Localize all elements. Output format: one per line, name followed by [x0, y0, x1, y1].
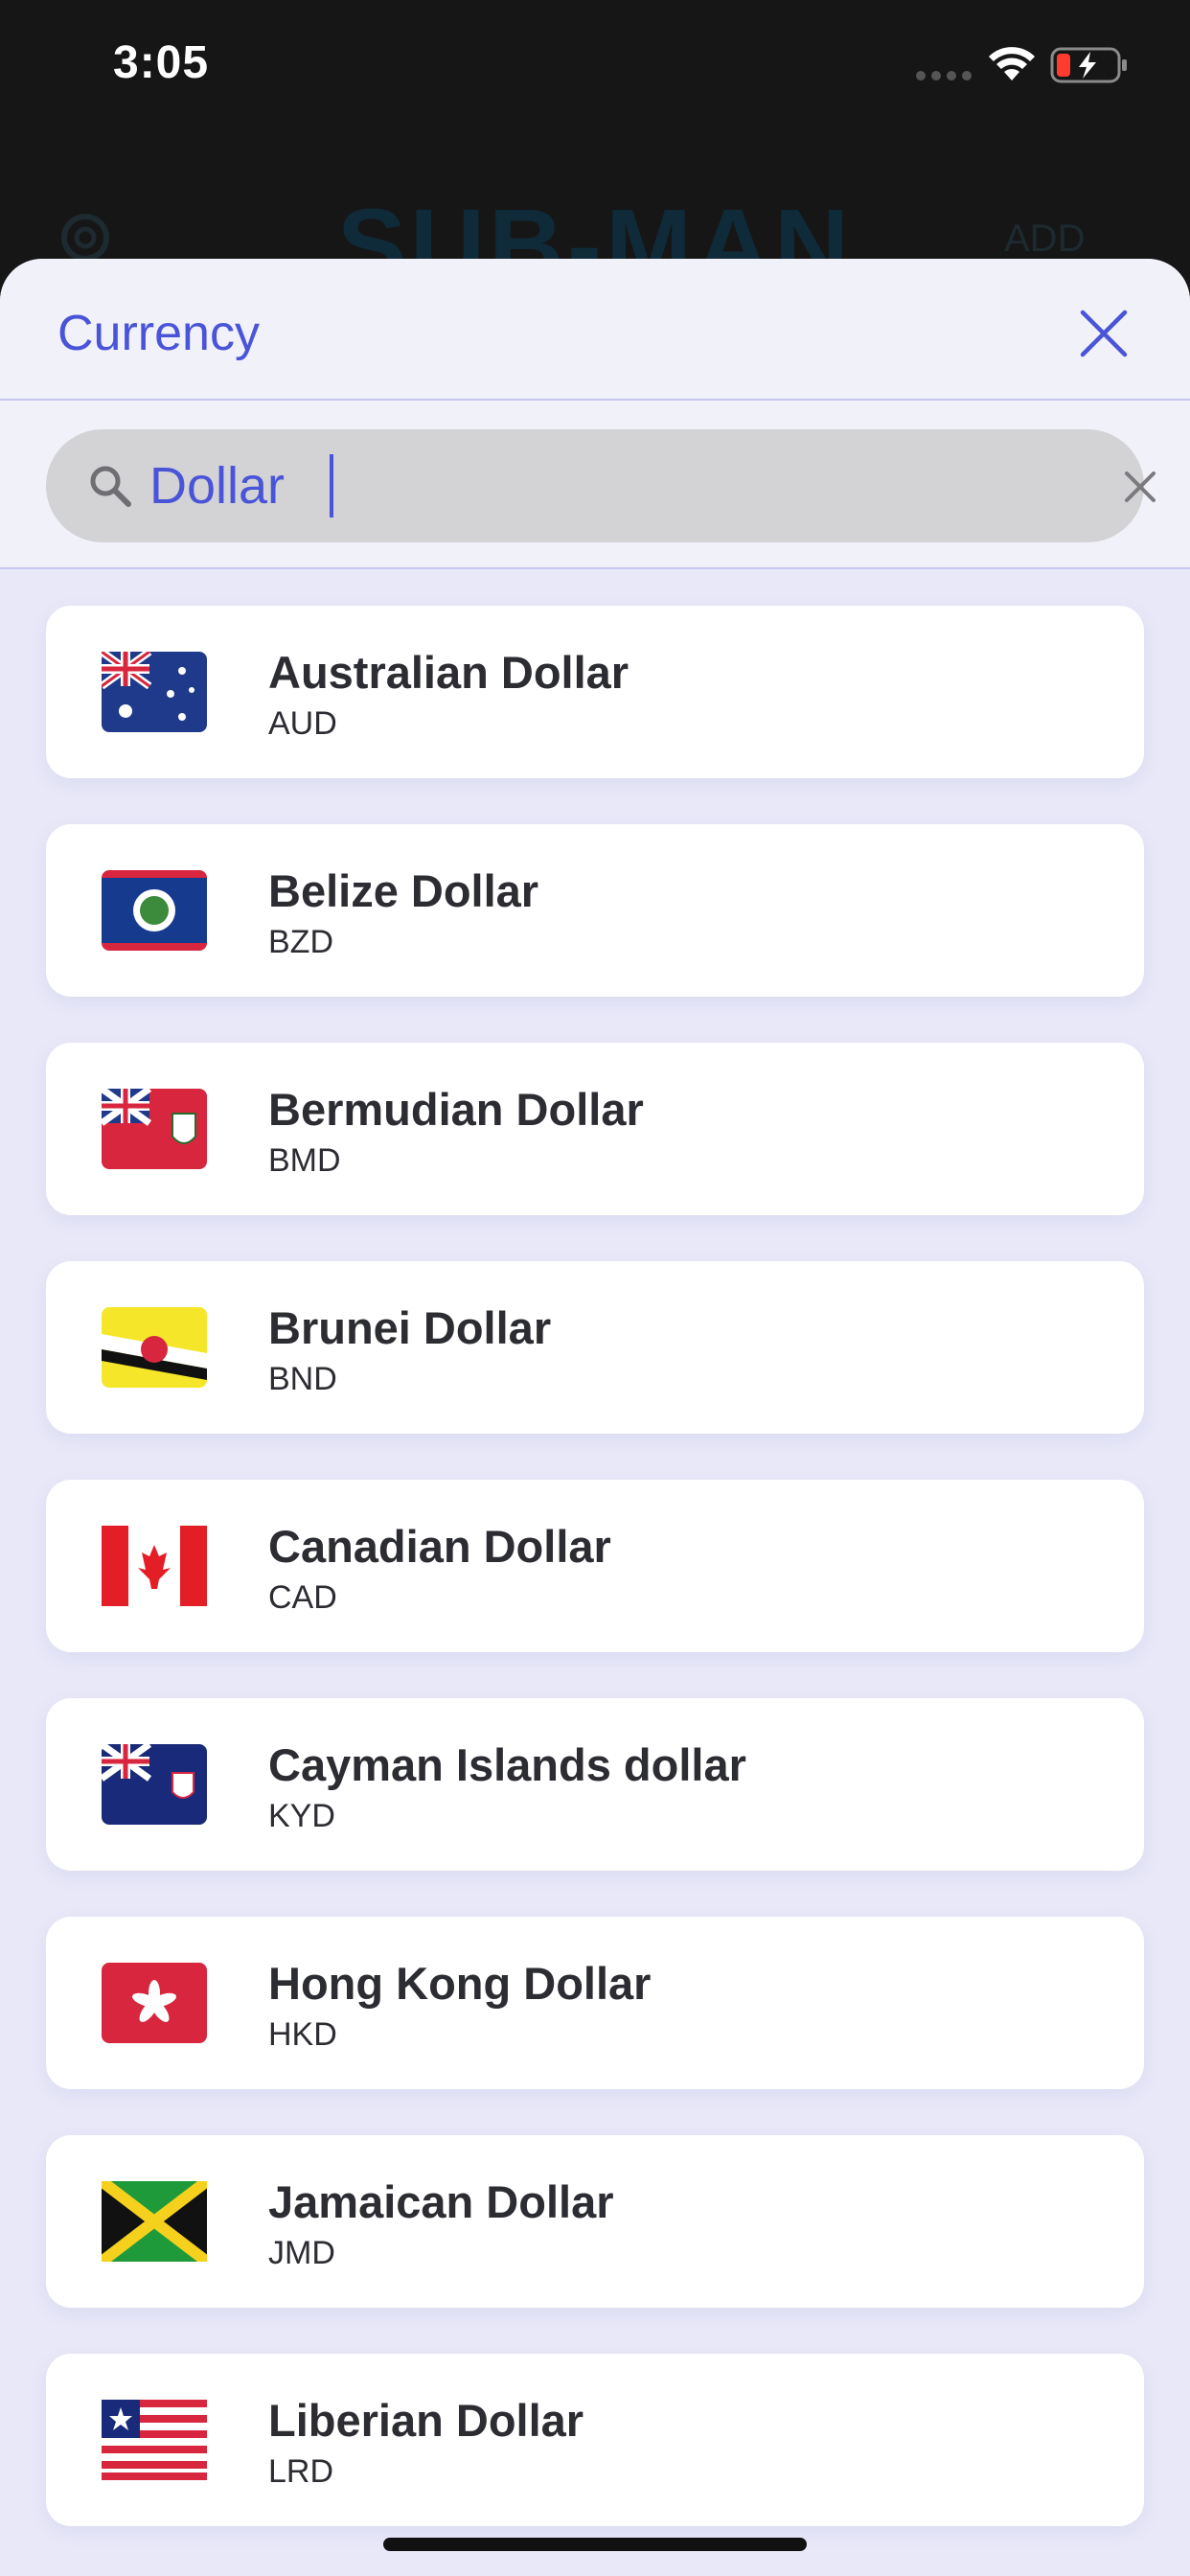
- currency-list-item[interactable]: Australian Dollar AUD: [46, 606, 1144, 778]
- currency-code: AUD: [268, 705, 337, 742]
- currency-code: HKD: [268, 2016, 337, 2053]
- battery-charging-icon: [1050, 47, 1127, 83]
- flag-cayman-islands-icon: [102, 1744, 207, 1825]
- flag-bermuda-icon: [102, 1089, 207, 1169]
- close-icon: [1080, 310, 1128, 357]
- search-bar[interactable]: [46, 429, 1156, 542]
- flag-jamaica-icon: [102, 2181, 207, 2262]
- flag-hong-kong-icon: [102, 1963, 207, 2043]
- sheet-header: Currency: [0, 259, 1190, 401]
- search-input[interactable]: [149, 445, 1012, 527]
- background-header: SUB-MAN ADD: [0, 129, 1190, 303]
- currency-code: LRD: [268, 2453, 334, 2490]
- currency-name: Bermudian Dollar: [268, 1084, 644, 1135]
- add-button[interactable]: ADD: [1004, 218, 1085, 261]
- close-button[interactable]: [1069, 299, 1138, 368]
- currency-name: Belize Dollar: [268, 865, 539, 916]
- search-area: [0, 401, 1190, 569]
- sheet-title: Currency: [57, 306, 260, 361]
- home-indicator: [383, 2538, 807, 2551]
- wifi-icon: [989, 47, 1035, 80]
- currency-list-item[interactable]: Hong Kong Dollar HKD: [46, 1917, 1144, 2089]
- currency-name: Jamaican Dollar: [268, 2176, 614, 2227]
- currency-list-item[interactable]: Liberian Dollar LRD: [46, 2354, 1144, 2526]
- signal-icon: [916, 71, 972, 80]
- currency-code: BZD: [268, 924, 333, 960]
- currency-list-item[interactable]: Bermudian Dollar BMD: [46, 1043, 1144, 1215]
- currency-code: BMD: [268, 1142, 341, 1179]
- currency-sheet: Currency Australian Dollar AUD Belize Doll…: [0, 259, 1190, 2576]
- currency-code: BND: [268, 1361, 337, 1397]
- flag-belize-icon: [102, 870, 207, 951]
- currency-list-item[interactable]: Belize Dollar BZD: [46, 824, 1144, 997]
- flag-canada-icon: [102, 1526, 207, 1606]
- flag-australia-icon: [102, 652, 207, 732]
- currency-list-item[interactable]: Jamaican Dollar JMD: [46, 2135, 1144, 2308]
- currency-name: Brunei Dollar: [268, 1302, 552, 1353]
- currency-list-item[interactable]: Canadian Dollar CAD: [46, 1480, 1144, 1652]
- currency-name: Hong Kong Dollar: [268, 1958, 652, 2009]
- currency-name: Liberian Dollar: [268, 2395, 584, 2446]
- text-caret: [330, 454, 333, 518]
- currency-name: Cayman Islands dollar: [268, 1739, 746, 1790]
- flag-liberia-icon: [102, 2400, 207, 2480]
- flag-brunei-icon: [102, 1307, 207, 1388]
- status-time: 3:05: [113, 37, 210, 88]
- currency-list-item[interactable]: Brunei Dollar BND: [46, 1261, 1144, 1434]
- currency-name: Canadian Dollar: [268, 1521, 611, 1572]
- currency-code: KYD: [268, 1798, 335, 1834]
- currency-list-item[interactable]: Cayman Islands dollar KYD: [46, 1698, 1144, 1871]
- status-bar: 3:05: [0, 0, 1190, 129]
- search-icon: [90, 466, 131, 507]
- currency-code: CAD: [268, 1579, 337, 1616]
- currency-name: Australian Dollar: [268, 647, 629, 698]
- currency-code: JMD: [268, 2235, 335, 2271]
- clear-icon[interactable]: [1117, 464, 1163, 510]
